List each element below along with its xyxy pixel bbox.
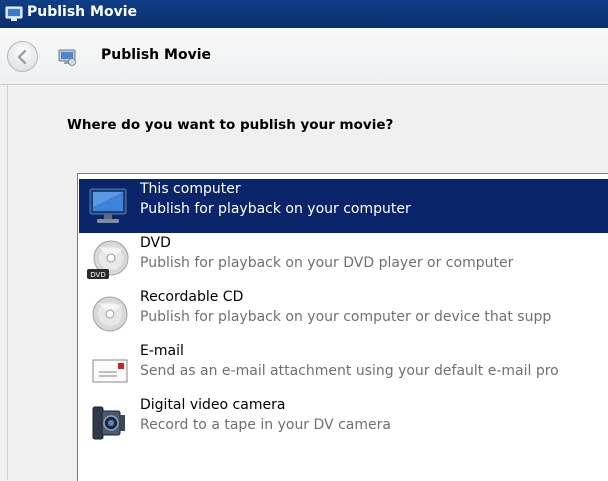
option-description: Publish for playback on your computer or… [140,309,552,325]
publish-destination-list[interactable]: This computer Publish for playback on yo… [77,173,608,481]
option-description: Send as an e-mail attachment using your … [140,363,559,379]
option-title: E-mail [140,343,184,359]
option-description: Record to a tape in your DV camera [140,417,391,433]
publish-movie-icon [58,49,76,66]
option-this-computer[interactable]: This computer Publish for playback on yo… [79,179,608,233]
option-title: DVD [140,235,171,251]
option-title: This computer [140,181,241,197]
svg-text:DVD: DVD [90,271,105,279]
option-recordable-cd[interactable]: Recordable CD Publish for playback on yo… [79,287,608,341]
option-title: Recordable CD [140,289,244,305]
camcorder-icon [92,406,125,440]
title-bar[interactable]: Publish Movie [0,0,608,28]
cd-icon [92,296,128,332]
navigation-bar: Publish Movie [0,28,608,85]
option-description: Publish for playback on your DVD player … [140,255,514,271]
email-icon [92,359,128,383]
computer-icon [89,188,127,223]
option-email[interactable]: E-mail Send as an e-mail attachment usin… [79,341,608,395]
back-button[interactable] [7,41,38,72]
back-arrow-icon [17,49,27,65]
window-title: Publish Movie [27,4,137,20]
option-title: Digital video camera [140,397,286,413]
option-dvd[interactable]: DVD DVD Publish for playback on your DVD… [79,233,608,287]
option-description: Publish for playback on your computer [140,201,411,217]
page-title: Publish Movie [101,47,211,63]
option-digital-video-camera[interactable]: Digital video camera Record to a tape in… [79,395,608,449]
app-icon [5,6,23,21]
question-heading: Where do you want to publish your movie? [67,117,394,133]
dvd-icon: DVD [87,240,129,279]
